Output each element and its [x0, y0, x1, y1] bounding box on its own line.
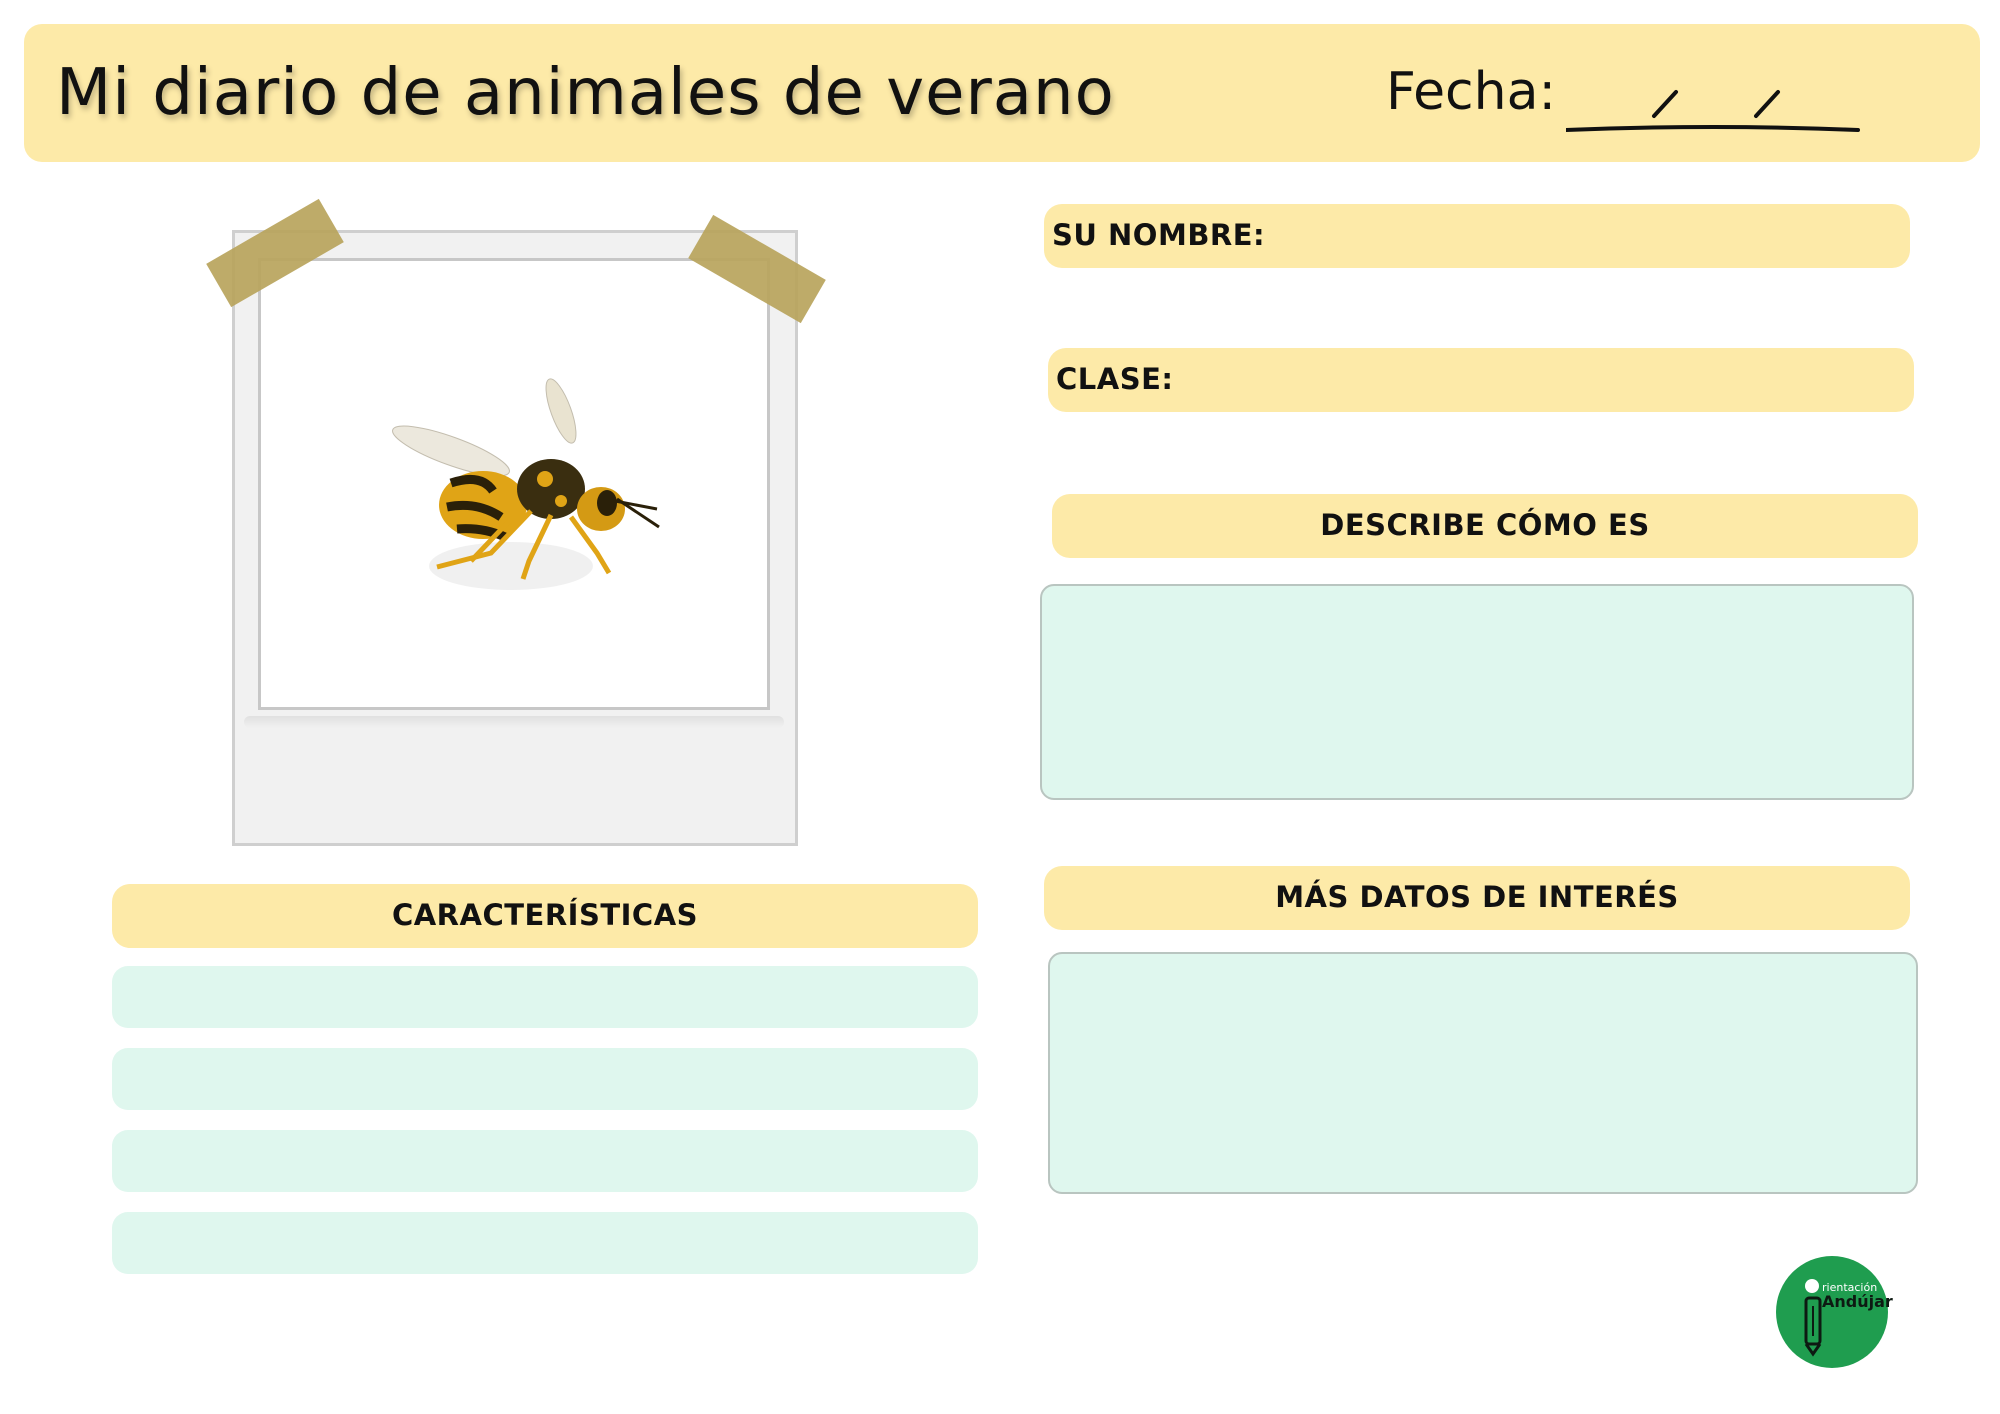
class-field[interactable] [1048, 348, 1914, 412]
describe-box[interactable] [1040, 584, 1914, 800]
datos-box[interactable] [1048, 952, 1918, 1194]
caracteristica-line-1[interactable] [112, 966, 978, 1028]
datos-heading: MÁS DATOS DE INTERÉS [1275, 880, 1679, 914]
orientacion-andujar-logo [1776, 1256, 1888, 1368]
photo-edge-shadow [244, 716, 784, 728]
date-slashes-line[interactable] [1566, 84, 1876, 136]
caracteristica-line-3[interactable] [112, 1130, 978, 1192]
class-label: CLASE: [1056, 362, 1174, 396]
logo-text: rientación Andújar [1822, 1281, 1893, 1311]
page-title: Mi diario de animales de verano [56, 56, 1115, 130]
pencil-icon [1804, 1279, 1822, 1357]
name-label: SU NOMBRE: [1052, 218, 1266, 252]
date-label: Fecha: [1386, 62, 1556, 122]
describe-heading: DESCRIBE CÓMO ES [1320, 508, 1650, 542]
caracteristica-line-2[interactable] [112, 1048, 978, 1110]
animal-photo [258, 258, 770, 710]
caracteristica-line-4[interactable] [112, 1212, 978, 1274]
wasp-photo [392, 378, 660, 590]
caracteristicas-heading: CARACTERÍSTICAS [391, 898, 699, 932]
